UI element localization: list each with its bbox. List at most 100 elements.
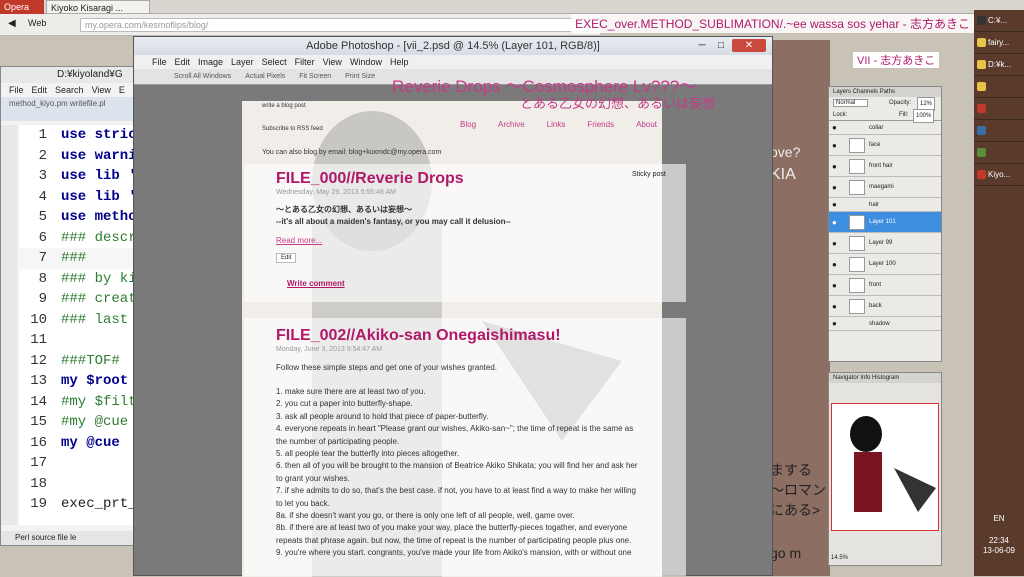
layer-row-selected[interactable]: ● Layer 101	[829, 212, 941, 233]
step-line: 4. everyone repeats in heart "Please gra…	[276, 424, 634, 434]
step-line: 1. make sure there are at least two of y…	[276, 387, 426, 396]
code-line: 9 ### creat	[38, 291, 137, 307]
code-line: 2 use warni	[38, 147, 137, 164]
eye-icon: ●	[832, 141, 837, 150]
tab-kiyoko[interactable]: Kiyoko Kisaragi ...	[46, 0, 150, 14]
step-line: to grant your wishes.	[276, 473, 350, 483]
email-note: You can also blog by email: blog+kuxmdc@…	[262, 149, 442, 156]
terminal-icon	[977, 16, 986, 25]
layer-row[interactable]: ● face	[829, 135, 941, 156]
taskbar-item-kiyo[interactable]: Kiyo...	[974, 164, 1024, 186]
taskbar-item-5[interactable]	[974, 98, 1024, 120]
desktop-text-5: にある>	[770, 502, 821, 518]
editor-menu-e[interactable]: E	[119, 85, 125, 95]
language-indicator[interactable]: EN	[974, 514, 1024, 523]
post-1-line-2: --it's all about a maiden's fantasy, or …	[276, 217, 511, 226]
nav-friends[interactable]: Friends	[587, 120, 614, 129]
post-1-title[interactable]: FILE_000//Reverie Drops	[276, 170, 464, 188]
step-line: to let you back.	[276, 498, 330, 508]
zoom-level[interactable]: 14.5%	[831, 555, 848, 561]
scroll-all-windows-checkbox[interactable]: Scroll All Windows	[174, 73, 231, 80]
clock[interactable]: 22:34 13-06-09	[974, 536, 1024, 556]
eye-icon: ●	[832, 183, 837, 192]
address-bar[interactable]: my.opera.com/kesmoflips/blog/	[80, 18, 600, 32]
code-line: 1use strict;	[38, 127, 139, 143]
read-more-link[interactable]: Read more...	[276, 236, 322, 245]
eye-icon: ●	[832, 162, 837, 171]
code-line: 6 ### descr	[38, 229, 137, 246]
layer-row[interactable]: ● collar	[829, 121, 941, 135]
editor-menu-file[interactable]: File	[9, 85, 24, 95]
ps-menu-window[interactable]: Window	[350, 57, 382, 67]
code-line: 3use lib 'D:	[38, 168, 139, 184]
layer-row[interactable]: ● Layer 99	[829, 233, 941, 254]
layer-row[interactable]: ● front hair	[829, 156, 941, 177]
post-2-steps: 1. make sure there are at least two of y…	[276, 386, 686, 560]
eye-icon: ●	[832, 260, 837, 269]
maximize-icon[interactable]: □	[712, 39, 730, 52]
layer-group-row[interactable]: ● hair	[829, 198, 941, 212]
ps-menu-image[interactable]: Image	[198, 57, 223, 67]
folder-icon	[977, 38, 986, 47]
layer-row[interactable]: ● Layer 100	[829, 254, 941, 275]
editor-title: D:¥kiyoland¥G	[1, 67, 139, 83]
code-line: 17	[30, 455, 47, 471]
eye-icon: ●	[832, 123, 837, 132]
ps-menu-filter[interactable]: Filter	[295, 57, 315, 67]
edit-button[interactable]: Edit	[276, 253, 297, 263]
folder-icon	[977, 60, 986, 69]
code-line: 5 use metho	[38, 209, 137, 225]
back-arrow-icon[interactable]: ◀	[8, 18, 16, 29]
opera-menu-button[interactable]: Opera	[0, 0, 44, 14]
nav-archive[interactable]: Archive	[498, 120, 525, 129]
layer-group-row[interactable]: ● shadow	[829, 317, 941, 331]
post-2-date: Monday, June 3, 2013 9:54:47 AM	[276, 346, 383, 353]
step-line: 5. all people tear the butterfly into pi…	[276, 449, 460, 459]
minimize-icon[interactable]: ─	[692, 39, 712, 52]
close-icon[interactable]: ✕	[732, 39, 766, 52]
step-line: 2. you cut a paper into butterfly-shape.	[276, 399, 413, 409]
fill-label: Fill:	[899, 112, 909, 118]
code-line: 7 ###	[19, 248, 139, 269]
taskbar-item-cmd[interactable]: C:¥...	[974, 10, 1024, 32]
blend-mode-select[interactable]: Normal	[833, 99, 869, 107]
actual-pixels-button[interactable]: Actual Pixels	[245, 73, 285, 80]
ps-menu-view[interactable]: View	[323, 57, 342, 67]
taskbar-item-6[interactable]	[974, 120, 1024, 142]
write-post-link[interactable]: write a blog post	[262, 103, 306, 109]
taskbar-item-d[interactable]: D:¥k...	[974, 54, 1024, 76]
post-2-title[interactable]: FILE_002//Akiko-san Onegaishimasu!	[276, 327, 561, 345]
ps-menu-file[interactable]: File	[152, 57, 167, 67]
navigator-tabs[interactable]: Navigator Info Histogram	[829, 373, 941, 383]
code-area[interactable]: 1use strict; 2use warni 3use lib 'D: 4us…	[19, 125, 139, 525]
layer-row[interactable]: ● front	[829, 275, 941, 296]
layers-panel-tabs[interactable]: Layers Channels Paths	[829, 87, 941, 97]
rss-link[interactable]: Subscribe to RSS feed	[262, 126, 323, 132]
nav-about[interactable]: About	[636, 120, 657, 129]
taskbar-item-7[interactable]	[974, 142, 1024, 164]
code-line: 18	[30, 475, 47, 492]
ps-menu-help[interactable]: Help	[390, 57, 409, 67]
step-line: 7. if she admits to do so, that's the be…	[276, 486, 636, 496]
nav-links[interactable]: Links	[547, 120, 566, 129]
fit-screen-button[interactable]: Fit Screen	[299, 73, 331, 80]
print-size-button[interactable]: Print Size	[345, 73, 375, 80]
ps-menu-edit[interactable]: Edit	[175, 57, 191, 67]
taskbar-item-fairy[interactable]: fairy...	[974, 32, 1024, 54]
opacity-label: Opacity:	[889, 100, 912, 106]
navigator-panel: Navigator Info Histogram 14.5%	[828, 372, 942, 566]
navigator-preview[interactable]	[831, 403, 939, 531]
taskbar-item-4[interactable]	[974, 76, 1024, 98]
editor-menu-search[interactable]: Search	[55, 85, 84, 95]
editor-menu-edit[interactable]: Edit	[32, 85, 48, 95]
layer-row[interactable]: ● maegami	[829, 177, 941, 198]
step-line: 6. then all of you will be brought to th…	[276, 461, 638, 471]
editor-file-tabs[interactable]: method_kiyo.pm writefile.pl	[1, 97, 139, 121]
folder-icon	[977, 82, 986, 91]
ps-menu-select[interactable]: Select	[262, 57, 287, 67]
layer-row[interactable]: ● back	[829, 296, 941, 317]
editor-menu-view[interactable]: View	[92, 85, 111, 95]
ps-menu-layer[interactable]: Layer	[231, 57, 254, 67]
write-comment-link[interactable]: Write comment	[287, 279, 345, 288]
nav-blog[interactable]: Blog	[460, 120, 476, 129]
